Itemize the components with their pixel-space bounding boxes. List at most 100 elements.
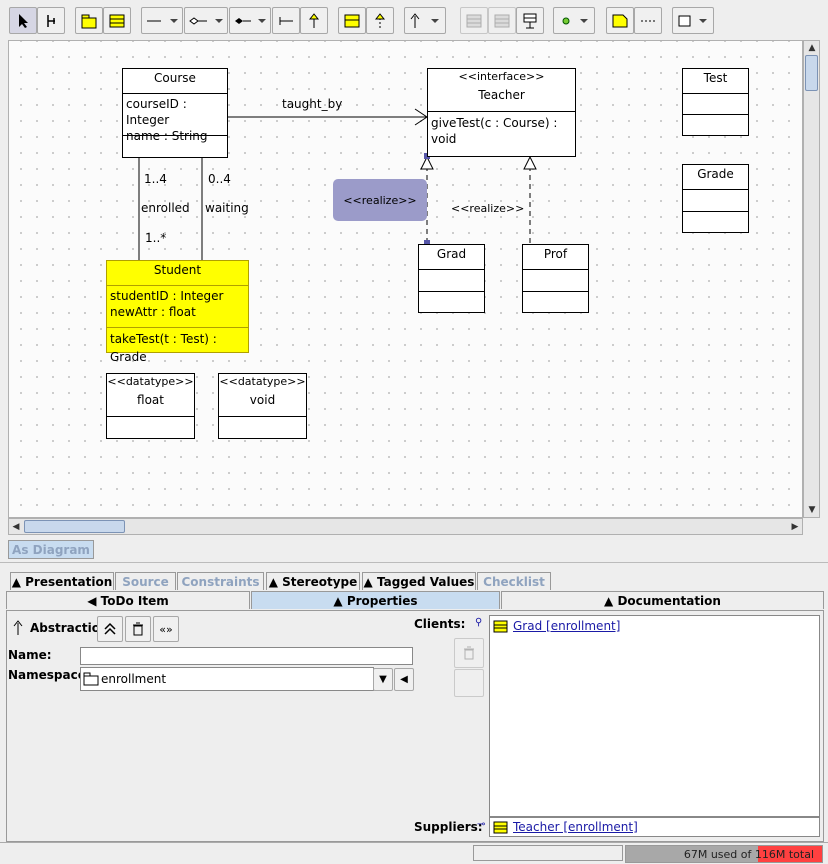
association-label: enrolled <box>141 201 190 215</box>
namespace-label: Namespace: <box>8 668 91 682</box>
namespace-select[interactable]: enrollment <box>80 667 374 691</box>
class-name: Course <box>154 71 196 85</box>
status-bar: 67M used of 116M total <box>0 842 828 864</box>
properties-panel: Abstraction «» Name: Namespace: enrollme… <box>6 610 824 842</box>
realization-icon[interactable] <box>366 7 394 34</box>
class-name: void <box>249 393 276 407</box>
multiplicity-label: 0..4 <box>208 172 231 186</box>
interface-teacher[interactable]: <<interface>> Teacher giveTest(c : Cours… <box>427 68 576 157</box>
point-icon[interactable] <box>553 7 595 34</box>
class-name: Teacher <box>478 88 525 102</box>
vertical-scrollbar[interactable]: ▲ ▼ <box>803 40 820 518</box>
class-course[interactable]: Course courseID : Integer name : String <box>122 68 228 158</box>
note-icon[interactable] <box>606 7 634 34</box>
scroll-right-icon[interactable]: ▶ <box>788 520 802 534</box>
diagram-canvas[interactable]: Course courseID : Integer name : String … <box>8 40 803 518</box>
diagram-toolbar <box>0 0 828 40</box>
memory-gauge[interactable]: 67M used of 116M total <box>625 845 823 863</box>
status-message-field <box>473 845 623 861</box>
name-field[interactable] <box>80 647 413 665</box>
package-icon <box>83 672 99 686</box>
datatype-void[interactable]: <<datatype>> void <box>218 373 307 439</box>
realize-label[interactable]: <<realize>> <box>451 202 524 215</box>
suppliers-list[interactable]: Teacher [enrollment] <box>489 817 820 837</box>
abstraction-icon <box>13 620 23 635</box>
horizontal-scrollbar[interactable]: ◀ ▶ <box>8 518 803 535</box>
class-name: Grad <box>436 247 467 261</box>
generalization-icon[interactable] <box>300 7 328 34</box>
attribute: newAttr : float <box>110 305 196 319</box>
signal-icon[interactable] <box>516 7 544 34</box>
memory-text: 67M used of 116M total <box>683 848 814 861</box>
remove-client-icon[interactable] <box>454 638 484 668</box>
class-student[interactable]: Student studentID : Integer newAttr : fl… <box>106 260 249 364</box>
attribute: studentID : Integer <box>110 289 224 303</box>
tab-checklist[interactable]: Checklist <box>477 572 551 590</box>
name-label: Name: <box>8 648 52 662</box>
package-icon[interactable] <box>75 7 103 34</box>
class-name: Student <box>153 263 202 277</box>
list-item[interactable]: Teacher [enrollment] <box>493 820 638 834</box>
class-prof[interactable]: Prof <box>522 244 589 313</box>
class-name: Prof <box>543 247 568 261</box>
interface-icon[interactable] <box>338 7 366 34</box>
rectangle-icon[interactable] <box>672 7 714 34</box>
class-name: float <box>137 393 164 407</box>
clients-label: Clients: <box>414 617 466 631</box>
attribute: courseID : Integer <box>126 97 187 127</box>
class-name: Grade <box>697 167 734 181</box>
scroll-thumb[interactable] <box>24 520 125 533</box>
splitter[interactable] <box>0 562 828 566</box>
association-label[interactable]: taught_by <box>282 97 342 111</box>
supplier-link[interactable]: Teacher [enrollment] <box>513 820 638 834</box>
class-icon[interactable] <box>103 7 131 34</box>
suppliers-label: Suppliers: <box>414 820 483 834</box>
abstraction-icon[interactable] <box>404 7 446 34</box>
scroll-up-icon[interactable]: ▲ <box>805 41 819 55</box>
supplier-link-icon: ⊸ <box>477 819 486 830</box>
tab-documentation[interactable]: ▲ Documentation <box>501 591 824 609</box>
scroll-left-icon[interactable]: ◀ <box>9 520 23 534</box>
scroll-thumb[interactable] <box>805 55 818 91</box>
stereotype: <<datatype>> <box>107 375 194 388</box>
composition-icon[interactable] <box>229 7 271 34</box>
tab-todo-item[interactable]: ◀ ToDo Item <box>6 591 250 609</box>
association-label: waiting <box>205 201 249 215</box>
aggregation-icon[interactable] <box>184 7 228 34</box>
navigate-back-forward-icon[interactable]: «» <box>153 616 179 642</box>
client-action-button[interactable] <box>454 669 484 697</box>
add-attribute-icon[interactable] <box>460 7 488 34</box>
class-test[interactable]: Test <box>682 68 749 136</box>
class-grad[interactable]: Grad <box>418 244 485 313</box>
clients-list[interactable]: Grad [enrollment] <box>489 615 820 817</box>
dependency-icon[interactable] <box>272 7 300 34</box>
tab-stereotype[interactable]: ▲ Stereotype <box>266 572 360 590</box>
list-item[interactable]: Grad [enrollment] <box>493 619 620 633</box>
tab-properties[interactable]: ▲ Properties <box>251 591 500 609</box>
tab-source[interactable]: Source <box>115 572 176 590</box>
class-name: Test <box>703 71 728 85</box>
broom-icon[interactable] <box>37 7 65 34</box>
tab-tagged-values[interactable]: ▲ Tagged Values <box>362 572 476 590</box>
operation: giveTest(c : Course) : void <box>431 116 558 146</box>
class-icon <box>493 620 508 632</box>
class-grade[interactable]: Grade <box>682 164 749 233</box>
realize-label-selected[interactable]: <<realize>> <box>333 179 427 221</box>
operation: takeTest(t : Test) : Grade <box>110 332 217 364</box>
tab-as-diagram[interactable]: As Diagram <box>8 540 94 559</box>
dotted-line-icon[interactable] <box>634 7 662 34</box>
class-icon <box>493 821 508 833</box>
add-operation-icon[interactable] <box>488 7 516 34</box>
datatype-float[interactable]: <<datatype>> float <box>106 373 195 439</box>
select-arrow-icon[interactable] <box>9 7 37 34</box>
delete-icon[interactable] <box>125 616 151 642</box>
tab-presentation[interactable]: ▲ Presentation <box>10 572 114 590</box>
association-icon[interactable] <box>141 7 183 34</box>
go-to-namespace-icon[interactable]: ◀ <box>394 668 414 691</box>
multiplicity-label: 1..* <box>145 231 167 245</box>
chevron-down-icon[interactable]: ▼ <box>373 668 393 691</box>
navigate-up-icon[interactable] <box>97 616 123 642</box>
client-link[interactable]: Grad [enrollment] <box>513 619 620 633</box>
tab-constraints[interactable]: Constraints <box>177 572 264 590</box>
scroll-down-icon[interactable]: ▼ <box>805 503 819 517</box>
